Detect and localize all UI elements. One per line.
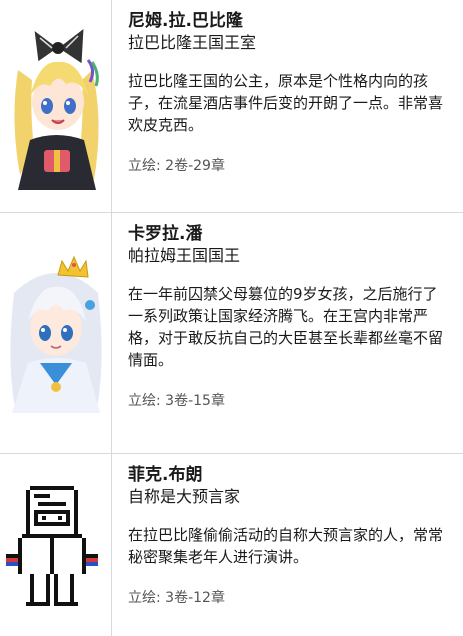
character-card[interactable]: 菲克.布朗 自称是大预言家 在拉巴比隆偷偷活动的自称大预言家的人，常常秘密聚集老… xyxy=(0,454,463,636)
character-title: 帕拉姆王国国王 xyxy=(128,246,241,265)
character-list: 尼姆.拉.巴比隆 拉巴比隆王国王室 拉巴比隆王国的公主，原本是个性格内向的孩子，… xyxy=(0,0,463,636)
character-card[interactable]: 卡罗拉.潘 帕拉姆王国国王 在一年前囚禁父母篡位的9岁女孩，之后施行了一系列政策… xyxy=(0,213,463,454)
character-name: 卡罗拉.潘 xyxy=(128,224,203,244)
character-card[interactable]: 尼姆.拉.巴比隆 拉巴比隆王国王室 拉巴比隆王国的公主，原本是个性格内向的孩子，… xyxy=(0,0,463,213)
character-info: 卡罗拉.潘 帕拉姆王国国王 在一年前囚禁父母篡位的9岁女孩，之后施行了一系列政策… xyxy=(128,223,451,411)
blonde-twintail-princess-portrait-icon xyxy=(0,0,112,212)
silver-haired-queen-portrait-icon xyxy=(0,213,112,453)
character-chapter: 立绘: 3卷-15章 xyxy=(128,393,225,409)
character-description: 拉巴比隆王国的公主，原本是个性格内向的孩子，在流星酒店事件后变的开朗了一点。非常… xyxy=(128,72,444,134)
character-chapter: 立绘: 2卷-29章 xyxy=(128,158,225,174)
character-description: 在拉巴比隆偷偷活动的自称大预言家的人，常常秘密聚集老年人进行演讲。 xyxy=(128,526,444,566)
character-title: 自称是大预言家 xyxy=(128,487,241,506)
character-description: 在一年前囚禁父母篡位的9岁女孩，之后施行了一系列政策让国家经济腾飞。在王宫内非常… xyxy=(128,285,444,369)
character-name: 尼姆.拉.巴比隆 xyxy=(128,11,243,31)
character-info: 尼姆.拉.巴比隆 拉巴比隆王国王室 拉巴比隆王国的公主，原本是个性格内向的孩子，… xyxy=(128,10,451,176)
character-chapter: 立绘: 3卷-12章 xyxy=(128,590,225,606)
character-name: 菲克.布朗 xyxy=(128,465,203,485)
character-title: 拉巴比隆王国王室 xyxy=(128,33,257,52)
pixel-hooded-prophet-portrait-icon xyxy=(0,454,112,636)
character-info: 菲克.布朗 自称是大预言家 在拉巴比隆偷偷活动的自称大预言家的人，常常秘密聚集老… xyxy=(128,464,451,608)
